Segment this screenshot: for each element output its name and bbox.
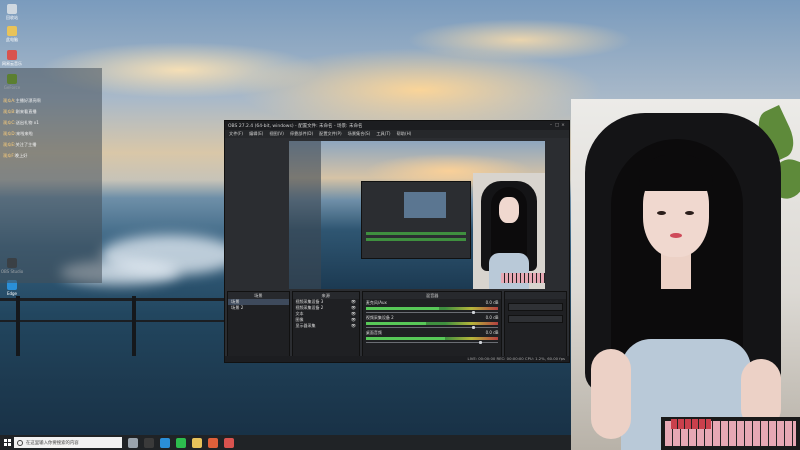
mixer-track: 桌面音频 0.0 dB <box>363 329 502 344</box>
obs-menu-bar: 文件(F) 编辑(E) 视图(V) 停靠部件(D) 配置文件(P) 场景集合(S) 工具(T… <box>225 130 569 138</box>
obs-menu-item[interactable]: 场景集合(S) <box>348 131 371 137</box>
volume-slider-handle[interactable] <box>471 326 475 329</box>
chat-message: 观众D:来啦来啦 <box>3 131 33 136</box>
transition-duration-input[interactable] <box>508 315 563 323</box>
chat-message: 观众E:关注了主播 <box>3 142 37 147</box>
mixer-track-name: 麦克风/Aux <box>365 300 387 305</box>
taskbar: 在这里输入你要搜索的内容 <box>0 435 571 450</box>
obs-window[interactable]: OBS 27.2.4 (64-bit, windows) - 配置文件: 未命名… <box>224 120 570 363</box>
audio-level-meter <box>365 322 499 325</box>
edge-icon[interactable]: Edge <box>2 280 22 300</box>
computer-icon[interactable]: 此电脑 <box>2 26 22 46</box>
audio-mixer-panel: 混音器 麦克风/Aux 0.0 dB 视频采集设备 2 0.0 dB 桌面音频 0.0 d… <box>361 291 503 363</box>
keyboard <box>661 417 800 450</box>
recycle-bin-icon[interactable]: 回收站 <box>2 4 22 24</box>
search-icon <box>17 439 23 446</box>
desktop-icon-label: 此电脑 <box>6 37 18 42</box>
volume-slider[interactable] <box>365 311 499 314</box>
chat-message: 观众F:晚上好 <box>3 153 28 158</box>
obs-menu-item[interactable]: 配置文件(P) <box>319 131 342 137</box>
music-app-icon[interactable]: 网易云音乐 <box>2 50 22 70</box>
obs-taskbar-icon[interactable] <box>144 437 154 448</box>
volume-slider-handle[interactable] <box>478 341 482 344</box>
obs-title-bar[interactable]: OBS 27.2.4 (64-bit, windows) - 配置文件: 未命名… <box>225 121 569 130</box>
media-taskbar-icon[interactable] <box>224 437 234 448</box>
obs-menu-item[interactable]: 编辑(E) <box>249 131 263 137</box>
webcam-feed <box>571 99 800 450</box>
obs-menu-item[interactable]: 帮助(H) <box>397 131 412 137</box>
chat-message: 观众A:主播好漂亮啊 <box>3 98 41 103</box>
mixer-track-db: 0.0 dB <box>485 315 499 320</box>
obs-menu-item[interactable]: 停靠部件(D) <box>290 131 313 137</box>
volume-slider-handle[interactable] <box>471 311 475 314</box>
obs-menu-item[interactable]: 视图(V) <box>269 131 284 137</box>
wechat-taskbar-icon[interactable] <box>176 437 186 448</box>
transition-select[interactable] <box>508 303 563 311</box>
close-icon[interactable]: × <box>560 123 566 128</box>
obs-menu-item[interactable]: 工具(T) <box>376 131 390 137</box>
audio-level-meter <box>365 307 499 310</box>
volume-slider[interactable] <box>365 341 499 344</box>
edge-taskbar-icon[interactable] <box>160 437 170 448</box>
visibility-eye-icon[interactable]: 👁 <box>351 323 356 329</box>
mixer-track-name: 桌面音频 <box>365 330 382 335</box>
desktop-icon-label: Edge <box>6 291 18 296</box>
live-chat-overlay: 观众A:主播好漂亮啊 观众B:刚来看直播 观众C:送出礼物 x1 观众D:来啦来啦 观众… <box>0 68 102 283</box>
obs-preview[interactable] <box>289 141 545 289</box>
mixer-track-db: 0.0 dB <box>485 300 499 305</box>
mixer-track: 麦克风/Aux 0.0 dB <box>363 299 502 314</box>
audio-level-meter <box>365 337 499 340</box>
scenes-panel: 场景 场景场景 2 +−∧∨ <box>227 291 290 363</box>
nested-webcam-preview <box>473 173 545 289</box>
windows-logo-icon <box>3 439 11 446</box>
nested-obs-preview <box>361 181 471 259</box>
chat-message: 观众C:送出礼物 x1 <box>3 120 39 125</box>
obs-status-bar: LIVE: 00:00:00 REC: 00:00:00 CPU: 1.2%, … <box>225 356 569 362</box>
task-view-icon[interactable] <box>128 437 138 448</box>
folder-taskbar-icon[interactable] <box>192 437 202 448</box>
mixer-track-db: 0.0 dB <box>485 330 499 335</box>
obs-title: OBS 27.2.4 (64-bit, windows) - 配置文件: 未命名… <box>228 123 363 129</box>
chat-message: 观众B:刚来看直播 <box>3 109 37 114</box>
obs-menu-item[interactable]: 文件(F) <box>229 131 243 137</box>
transitions-panel <box>504 291 567 363</box>
taskbar-search-box[interactable]: 在这里输入你要搜索的内容 <box>14 437 122 448</box>
app-taskbar-icon[interactable] <box>208 437 218 448</box>
mixer-track-name: 视频采集设备 2 <box>365 315 394 320</box>
desktop-icon-label: 回收站 <box>6 15 18 20</box>
mixer-track: 视频采集设备 2 0.0 dB <box>363 314 502 329</box>
sources-panel: 来源 视频采集设备 3👁视频采集设备 2👁文本👁图像👁显示器采集👁 +−⚙∧∨ <box>291 291 360 363</box>
scene-item[interactable]: 场景 2 <box>228 305 289 311</box>
desktop-icon-label: 网易云音乐 <box>2 61 22 66</box>
source-item[interactable]: 显示器采集 👁 <box>293 323 359 329</box>
start-button[interactable] <box>0 435 14 450</box>
volume-slider[interactable] <box>365 326 499 329</box>
